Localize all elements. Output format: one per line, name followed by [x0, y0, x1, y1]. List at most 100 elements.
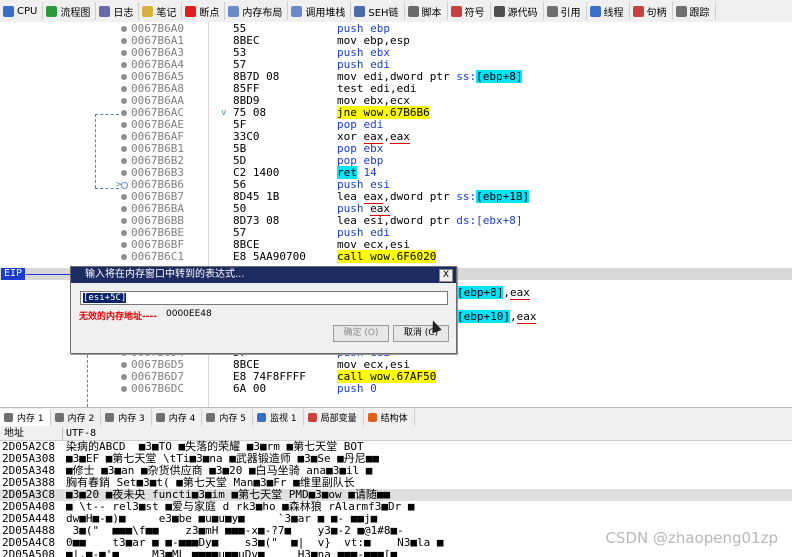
breakpoint-icon: [185, 5, 197, 17]
watermark: CSDN @zhaopeng01zp: [605, 529, 778, 547]
breakpoint-dot-icon[interactable]: [121, 182, 128, 189]
breakpoint-dot-icon[interactable]: [121, 194, 127, 200]
col-header-encoding[interactable]: UTF-8: [66, 427, 96, 440]
references-icon: [546, 5, 558, 17]
disasm-row[interactable]: 0067B6B7 8D45 1B lea eax,dword ptr ss:[ebp…: [0, 190, 792, 204]
disasm-row[interactable]: 0067B6A1 8BEC mov ebp,esp: [0, 35, 792, 47]
ok-button[interactable]: 确定 (O): [333, 325, 389, 342]
tab-memory-1[interactable]: 内存 2: [51, 409, 102, 426]
memory-icon: [155, 413, 165, 422]
breakpoint-dot-icon[interactable]: [121, 38, 127, 44]
breakpoint-dot-icon[interactable]: [121, 218, 127, 224]
disasm-row[interactable]: 0067B6A3 53 push ebx: [0, 47, 792, 59]
toolbar-label: 日志: [113, 7, 134, 19]
toolbar-label: 脚本: [421, 7, 442, 19]
breakpoint-dot-icon[interactable]: [121, 74, 127, 80]
breakpoint-dot-icon[interactable]: [121, 242, 127, 248]
watch-icon: [256, 413, 266, 422]
breakpoint-dot-icon[interactable]: [121, 122, 127, 128]
tab-struct-7[interactable]: 结构体: [364, 409, 415, 426]
toolbar-button-14[interactable]: 跟踪: [673, 2, 716, 20]
close-icon[interactable]: X: [439, 269, 453, 282]
toolbar-button-12[interactable]: 线程: [587, 2, 630, 20]
breakpoint-dot-icon[interactable]: [121, 158, 127, 164]
graph-icon: [46, 5, 58, 17]
toolbar-button-2[interactable]: 日志: [96, 2, 140, 20]
error-message: 无效的内存地址----: [79, 312, 157, 322]
breakpoint-dot-icon[interactable]: [121, 374, 127, 380]
toolbar-label: CPU: [17, 5, 38, 17]
disasm-row[interactable]: 0067B6B1 5B pop ebx: [0, 143, 792, 155]
instruction-token: [ebp+10]: [457, 310, 510, 323]
breakpoint-dot-icon[interactable]: [121, 170, 127, 176]
toolbar-button-6[interactable]: 调用堆栈: [288, 2, 352, 20]
toolbar-button-5[interactable]: 内存布局: [225, 2, 289, 20]
toolbar-button-4[interactable]: 断点: [182, 2, 226, 20]
disasm-row[interactable]: 0067B6BB 8D73 08 lea esi,dword ptr ds:[ebx…: [0, 215, 792, 227]
toolbar-button-3[interactable]: 笔记: [139, 2, 183, 20]
disasm-row[interactable]: 0067B6B2 5D pop ebp: [0, 155, 792, 167]
disasm-row[interactable]: 0067B6AF 33C0 xor eax,eax: [0, 130, 792, 144]
breakpoint-dot-icon[interactable]: [121, 134, 127, 140]
memory-map-icon: [228, 5, 240, 17]
instruction-token: push 0: [337, 382, 377, 395]
notes-icon: [142, 5, 154, 17]
tab-label: 局部变量: [320, 414, 357, 424]
toolbar-button-9[interactable]: 符号: [448, 2, 491, 20]
dump-row[interactable]: 2D05A508 ■|.■-■'■ M3■ML ■■■■u■■uDv■ H3■na…: [0, 549, 792, 557]
disasm-instruction: [ebp+8],eax: [457, 286, 530, 300]
disasm-bytes: E8 5AA90700: [233, 250, 306, 263]
breakpoint-dot-icon[interactable]: [121, 26, 127, 32]
tab-memory-4[interactable]: 内存 5: [202, 409, 253, 426]
tab-label: 结构体: [380, 414, 408, 424]
toolbar-button-7[interactable]: SEH链: [351, 2, 405, 20]
memory-icon: [206, 413, 216, 422]
tab-label: 内存 1: [17, 414, 44, 424]
tab-memory-3[interactable]: 内存 4: [152, 409, 203, 426]
tab-watch-5[interactable]: 监视 1: [253, 409, 304, 426]
tab-locals-6[interactable]: 局部变量: [304, 409, 364, 426]
toolbar-label: 调用堆栈: [305, 7, 346, 19]
tab-memory-0[interactable]: 内存 1: [0, 409, 51, 426]
expression-input[interactable]: [esi+5C]: [80, 291, 448, 305]
col-header-address[interactable]: 地址: [4, 427, 24, 440]
breakpoint-dot-icon[interactable]: [121, 230, 127, 236]
toolbar-button-1[interactable]: 流程图: [43, 2, 97, 20]
header-separator: [62, 427, 63, 440]
breakpoint-dot-icon[interactable]: [121, 146, 127, 152]
breakpoint-dot-icon[interactable]: [121, 362, 127, 368]
disasm-row[interactable]: 0067B6DC 6A 00 push 0: [0, 383, 792, 395]
tab-label: 内存 3: [118, 414, 145, 424]
instruction-token: ,dword ptr: [383, 190, 457, 203]
instruction-token: ,: [509, 310, 517, 323]
breakpoint-dot-icon[interactable]: [121, 62, 127, 68]
handles-icon: [632, 5, 644, 17]
source-icon: [493, 5, 505, 17]
jump-down-icon: v: [221, 108, 227, 118]
dialog-title-bar[interactable]: 输入将在内存窗口中转到的表达式... X: [71, 267, 456, 283]
breakpoint-dot-icon[interactable]: [121, 386, 127, 392]
toolbar-button-13[interactable]: 句柄: [630, 2, 673, 20]
toolbar-label: 引用: [560, 7, 581, 19]
disasm-row[interactable]: 0067B6D7 E8 74F8FFFF call wow.67AF50: [0, 370, 792, 383]
tab-memory-2[interactable]: 内存 3: [101, 409, 152, 426]
disasm-row[interactable]: 0067B6B3 C2 1400 ret 14: [0, 166, 792, 179]
instruction-token: ss:: [456, 70, 477, 83]
breakpoint-dot-icon[interactable]: [121, 254, 127, 260]
toolbar-button-10[interactable]: 源代码: [491, 2, 544, 20]
toolbar-label: 符号: [464, 7, 485, 19]
seh-icon: [354, 5, 366, 17]
toolbar-button-11[interactable]: 引用: [544, 2, 587, 20]
breakpoint-dot-icon[interactable]: [121, 206, 127, 212]
breakpoint-dot-icon[interactable]: [121, 110, 127, 116]
trace-icon: [675, 5, 687, 17]
breakpoint-dot-icon[interactable]: [121, 50, 127, 56]
tab-label: 内存 5: [219, 414, 246, 424]
toolbar-button-0[interactable]: CPU: [0, 2, 44, 20]
toolbar-button-8[interactable]: 脚本: [405, 2, 448, 20]
disasm-row[interactable]: 0067B6C1 E8 5AA90700 call wow.6F6020: [0, 250, 792, 263]
breakpoint-dot-icon[interactable]: [121, 98, 127, 104]
breakpoint-dot-icon[interactable]: [121, 86, 127, 92]
disasm-row[interactable]: v 0067B6AC 75 08 jne wow.67B6B6: [0, 106, 792, 119]
dump-address: 2D05A508: [2, 548, 55, 557]
